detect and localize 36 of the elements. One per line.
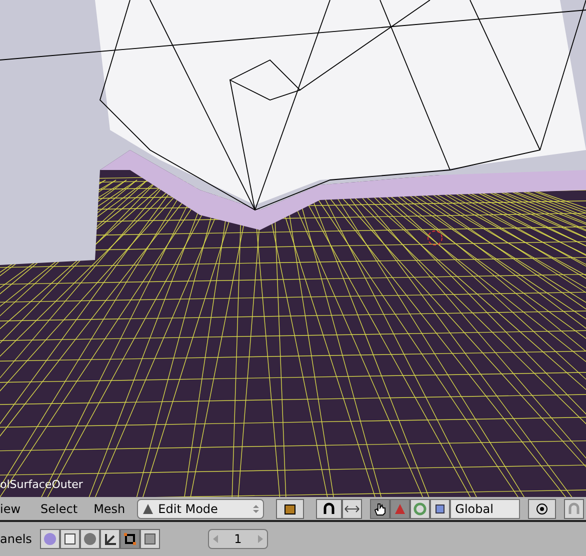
context-button[interactable] bbox=[140, 529, 160, 549]
context-button[interactable] bbox=[80, 529, 100, 549]
shading-dropdown[interactable] bbox=[276, 498, 304, 518]
pivot-dropdown[interactable] bbox=[316, 498, 342, 518]
orientation-dropdown[interactable]: Global bbox=[450, 498, 520, 518]
magnet-icon bbox=[567, 502, 582, 516]
double-arrow-icon bbox=[344, 504, 360, 514]
horseshoe-icon bbox=[322, 502, 336, 516]
hand-icon bbox=[373, 502, 388, 516]
panels-label: anels bbox=[0, 531, 32, 548]
manipulator-button[interactable] bbox=[430, 498, 450, 518]
context-button[interactable] bbox=[60, 529, 80, 549]
menu-item[interactable]: Select bbox=[40, 500, 78, 518]
right-arrow-icon bbox=[258, 535, 263, 543]
triangle-mesh-icon bbox=[142, 502, 154, 514]
context-button[interactable] bbox=[100, 529, 120, 549]
align-button[interactable] bbox=[342, 498, 362, 518]
snap-button[interactable] bbox=[564, 498, 584, 518]
context-button[interactable] bbox=[120, 529, 140, 549]
manipulator-button[interactable] bbox=[370, 498, 390, 518]
cube-icon bbox=[283, 502, 298, 516]
sphere-icon bbox=[82, 532, 97, 546]
proportional-dropdown[interactable] bbox=[528, 498, 556, 518]
menu-item[interactable]: iew bbox=[0, 500, 21, 518]
target-icon bbox=[535, 502, 550, 516]
frame-field[interactable]: 1 bbox=[208, 529, 268, 549]
axes-icon bbox=[102, 532, 117, 546]
context-button[interactable] bbox=[40, 529, 60, 549]
triangle-icon bbox=[394, 502, 406, 514]
updown-icon bbox=[253, 504, 260, 514]
left-arrow-icon bbox=[212, 535, 218, 543]
menu-item[interactable]: Mesh bbox=[94, 500, 126, 518]
square-vertices-icon bbox=[122, 532, 137, 546]
mode-dropdown[interactable]: Edit Mode bbox=[137, 498, 264, 518]
ring-icon bbox=[413, 502, 428, 516]
square-icon bbox=[435, 504, 446, 514]
